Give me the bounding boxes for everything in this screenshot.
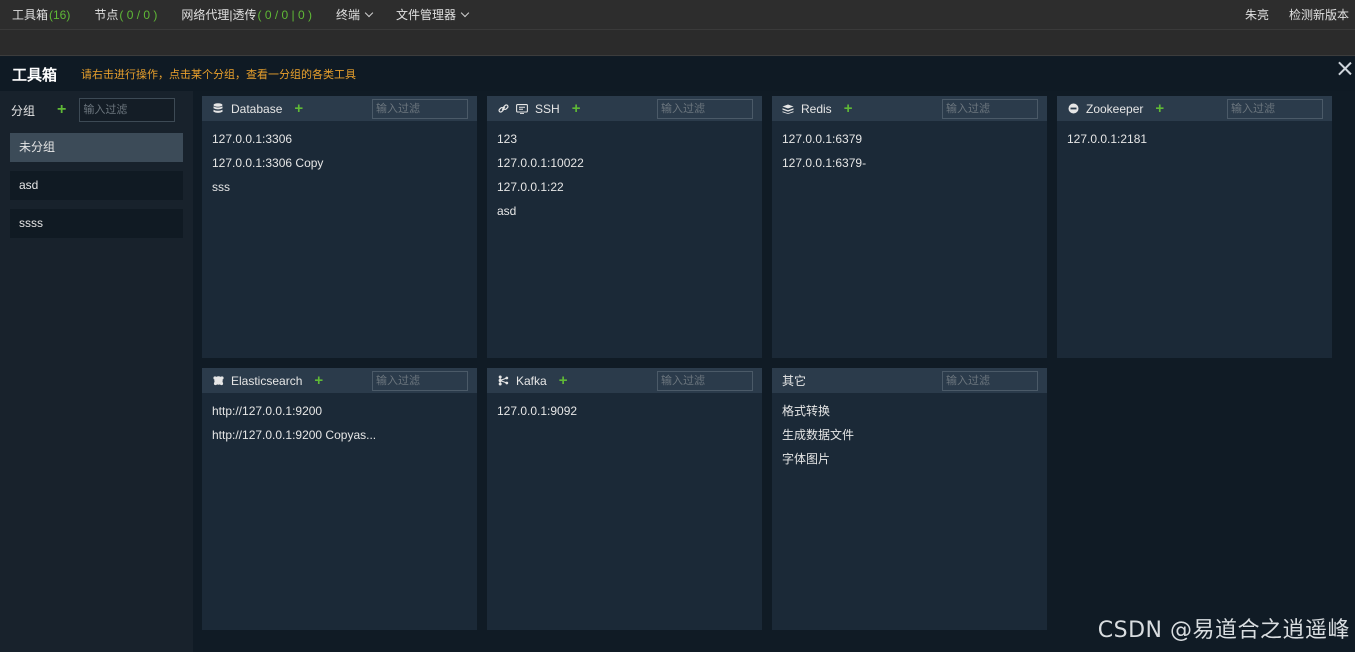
chevron-down-icon [460, 8, 470, 17]
card-database: Database + 127.0.0.1:3306 127.0.0.1:3306… [202, 96, 477, 358]
group-item[interactable]: 未分组 [10, 133, 183, 162]
kafka-filter-input[interactable] [657, 371, 753, 391]
list-item[interactable]: 127.0.0.1:22 [497, 175, 762, 199]
nav-proxy-label: 网络代理|透传 [181, 8, 257, 22]
close-icon[interactable] [1337, 61, 1353, 77]
user-name[interactable]: 朱亮 [1231, 0, 1275, 29]
add-redis-button[interactable]: + [844, 100, 853, 117]
card-zookeeper: Zookeeper + 127.0.0.1:2181 [1057, 96, 1332, 358]
add-kafka-button[interactable]: + [559, 372, 568, 389]
list-item[interactable]: 格式转换 [782, 399, 1047, 423]
nav-nodes-label: 节点 [94, 8, 119, 22]
add-zookeeper-button[interactable]: + [1155, 100, 1164, 117]
group-header: 分组 + [0, 91, 193, 129]
card-title: SSH [535, 101, 560, 116]
card-title: Database [231, 101, 283, 116]
group-label: 分组 [11, 103, 36, 118]
nav-toolbox-count: (16) [49, 7, 71, 22]
zookeeper-filter-input[interactable] [1227, 99, 1323, 119]
list-item[interactable]: 127.0.0.1:10022 [497, 151, 762, 175]
card-body: 127.0.0.1:9092 [487, 393, 762, 423]
nav-file-manager[interactable]: 文件管理器 [384, 0, 480, 29]
nav-terminal[interactable]: 终端 [324, 0, 384, 29]
terminal-icon [516, 103, 528, 115]
add-database-button[interactable]: + [294, 100, 303, 117]
list-item[interactable]: 127.0.0.1:6379- [782, 151, 1047, 175]
card-title: Kafka [516, 373, 547, 388]
card-body: 格式转换 生成数据文件 字体图片 [772, 393, 1047, 471]
nav-proxy-count: ( 0 / 0 | 0 ) [257, 7, 312, 22]
card-body: http://127.0.0.1:9200 http://127.0.0.1:9… [202, 393, 477, 447]
list-item[interactable]: asd [497, 199, 762, 223]
card-header: Redis + [772, 96, 1047, 121]
card-redis: Redis + 127.0.0.1:6379 127.0.0.1:6379- [772, 96, 1047, 358]
zookeeper-icon [1067, 103, 1079, 115]
ssh-filter-input[interactable] [657, 99, 753, 119]
card-header: 其它 [772, 368, 1047, 393]
check-update-button[interactable]: 检测新版本 [1275, 0, 1355, 29]
other-filter-input[interactable] [942, 371, 1038, 391]
watermark: CSDN @易道合之逍遥峰 [1097, 618, 1350, 643]
card-header: Database + [202, 96, 477, 121]
toolbox-hint: 请右击进行操作，点击某个分组，查看一分组的各类工具 [81, 69, 357, 81]
list-item[interactable]: 生成数据文件 [782, 423, 1047, 447]
add-ssh-button[interactable]: + [572, 100, 581, 117]
list-item[interactable]: 127.0.0.1:6379 [782, 127, 1047, 151]
list-item[interactable]: 127.0.0.1:2181 [1067, 127, 1332, 151]
card-other: 其它 格式转换 生成数据文件 字体图片 [772, 368, 1047, 630]
add-elasticsearch-button[interactable]: + [314, 372, 323, 389]
list-item[interactable]: 127.0.0.1:3306 Copy [212, 151, 477, 175]
nav-proxy[interactable]: 网络代理|透传( 0 / 0 | 0 ) [169, 0, 324, 29]
link-icon [497, 103, 509, 115]
group-item[interactable]: asd [10, 171, 183, 200]
card-header: Zookeeper + [1057, 96, 1332, 121]
nav-toolbox-label: 工具箱 [12, 8, 49, 22]
card-header: Kafka + [487, 368, 762, 393]
chevron-down-icon [364, 8, 374, 17]
list-item[interactable]: 字体图片 [782, 447, 1047, 471]
toolbox-title: 工具箱 [12, 66, 58, 84]
nav-terminal-label: 终端 [335, 8, 360, 22]
redis-filter-input[interactable] [942, 99, 1038, 119]
card-title: Zookeeper [1086, 101, 1144, 116]
database-icon [212, 103, 224, 115]
card-body: 127.0.0.1:6379 127.0.0.1:6379- [772, 121, 1047, 175]
card-body: 127.0.0.1:3306 127.0.0.1:3306 Copy sss [202, 121, 477, 199]
card-title: Elasticsearch [231, 373, 303, 388]
database-filter-input[interactable] [372, 99, 468, 119]
nav-nodes-count: ( 0 / 0 ) [119, 7, 158, 22]
nav-toolbox[interactable]: 工具箱 (16) [0, 0, 82, 29]
nav-file-manager-label: 文件管理器 [396, 8, 457, 22]
group-panel: 分组 + 未分组 asd ssss [0, 91, 193, 652]
card-title: Redis [801, 101, 832, 116]
card-body: 123 127.0.0.1:10022 127.0.0.1:22 asd [487, 121, 762, 223]
card-elasticsearch: Elasticsearch + http://127.0.0.1:9200 ht… [202, 368, 477, 630]
sub-toolbar [0, 29, 1355, 56]
group-item[interactable]: ssss [10, 209, 183, 238]
card-kafka: Kafka + 127.0.0.1:9092 [487, 368, 762, 630]
group-list: 未分组 asd ssss [0, 129, 193, 238]
toolbox-header: 工具箱 请右击进行操作，点击某个分组，查看一分组的各类工具 [0, 57, 1355, 91]
nav-nodes[interactable]: 节点( 0 / 0 ) [82, 0, 169, 29]
list-item[interactable]: 127.0.0.1:3306 [212, 127, 477, 151]
list-item[interactable]: http://127.0.0.1:9200 Copyas... [212, 423, 477, 447]
nav-right: 朱亮 检测新版本 [1231, 0, 1355, 29]
card-ssh: SSH + 123 127.0.0.1:10022 127.0.0.1:22 a… [487, 96, 762, 358]
list-item[interactable]: 123 [497, 127, 762, 151]
card-header: SSH + [487, 96, 762, 121]
card-header: Elasticsearch + [202, 368, 477, 393]
redis-icon [782, 103, 794, 115]
list-item[interactable]: sss [212, 175, 477, 199]
add-group-button[interactable]: + [57, 102, 66, 118]
card-title: 其它 [782, 374, 807, 388]
top-nav: 工具箱 (16) 节点( 0 / 0 ) 网络代理|透传( 0 / 0 | 0 )… [0, 0, 1355, 29]
elasticsearch-filter-input[interactable] [372, 371, 468, 391]
group-filter-input[interactable] [79, 98, 176, 122]
card-body: 127.0.0.1:2181 [1057, 121, 1332, 151]
list-item[interactable]: 127.0.0.1:9092 [497, 399, 762, 423]
list-item[interactable]: http://127.0.0.1:9200 [212, 399, 477, 423]
elasticsearch-icon [212, 375, 224, 387]
kafka-icon [497, 375, 509, 387]
